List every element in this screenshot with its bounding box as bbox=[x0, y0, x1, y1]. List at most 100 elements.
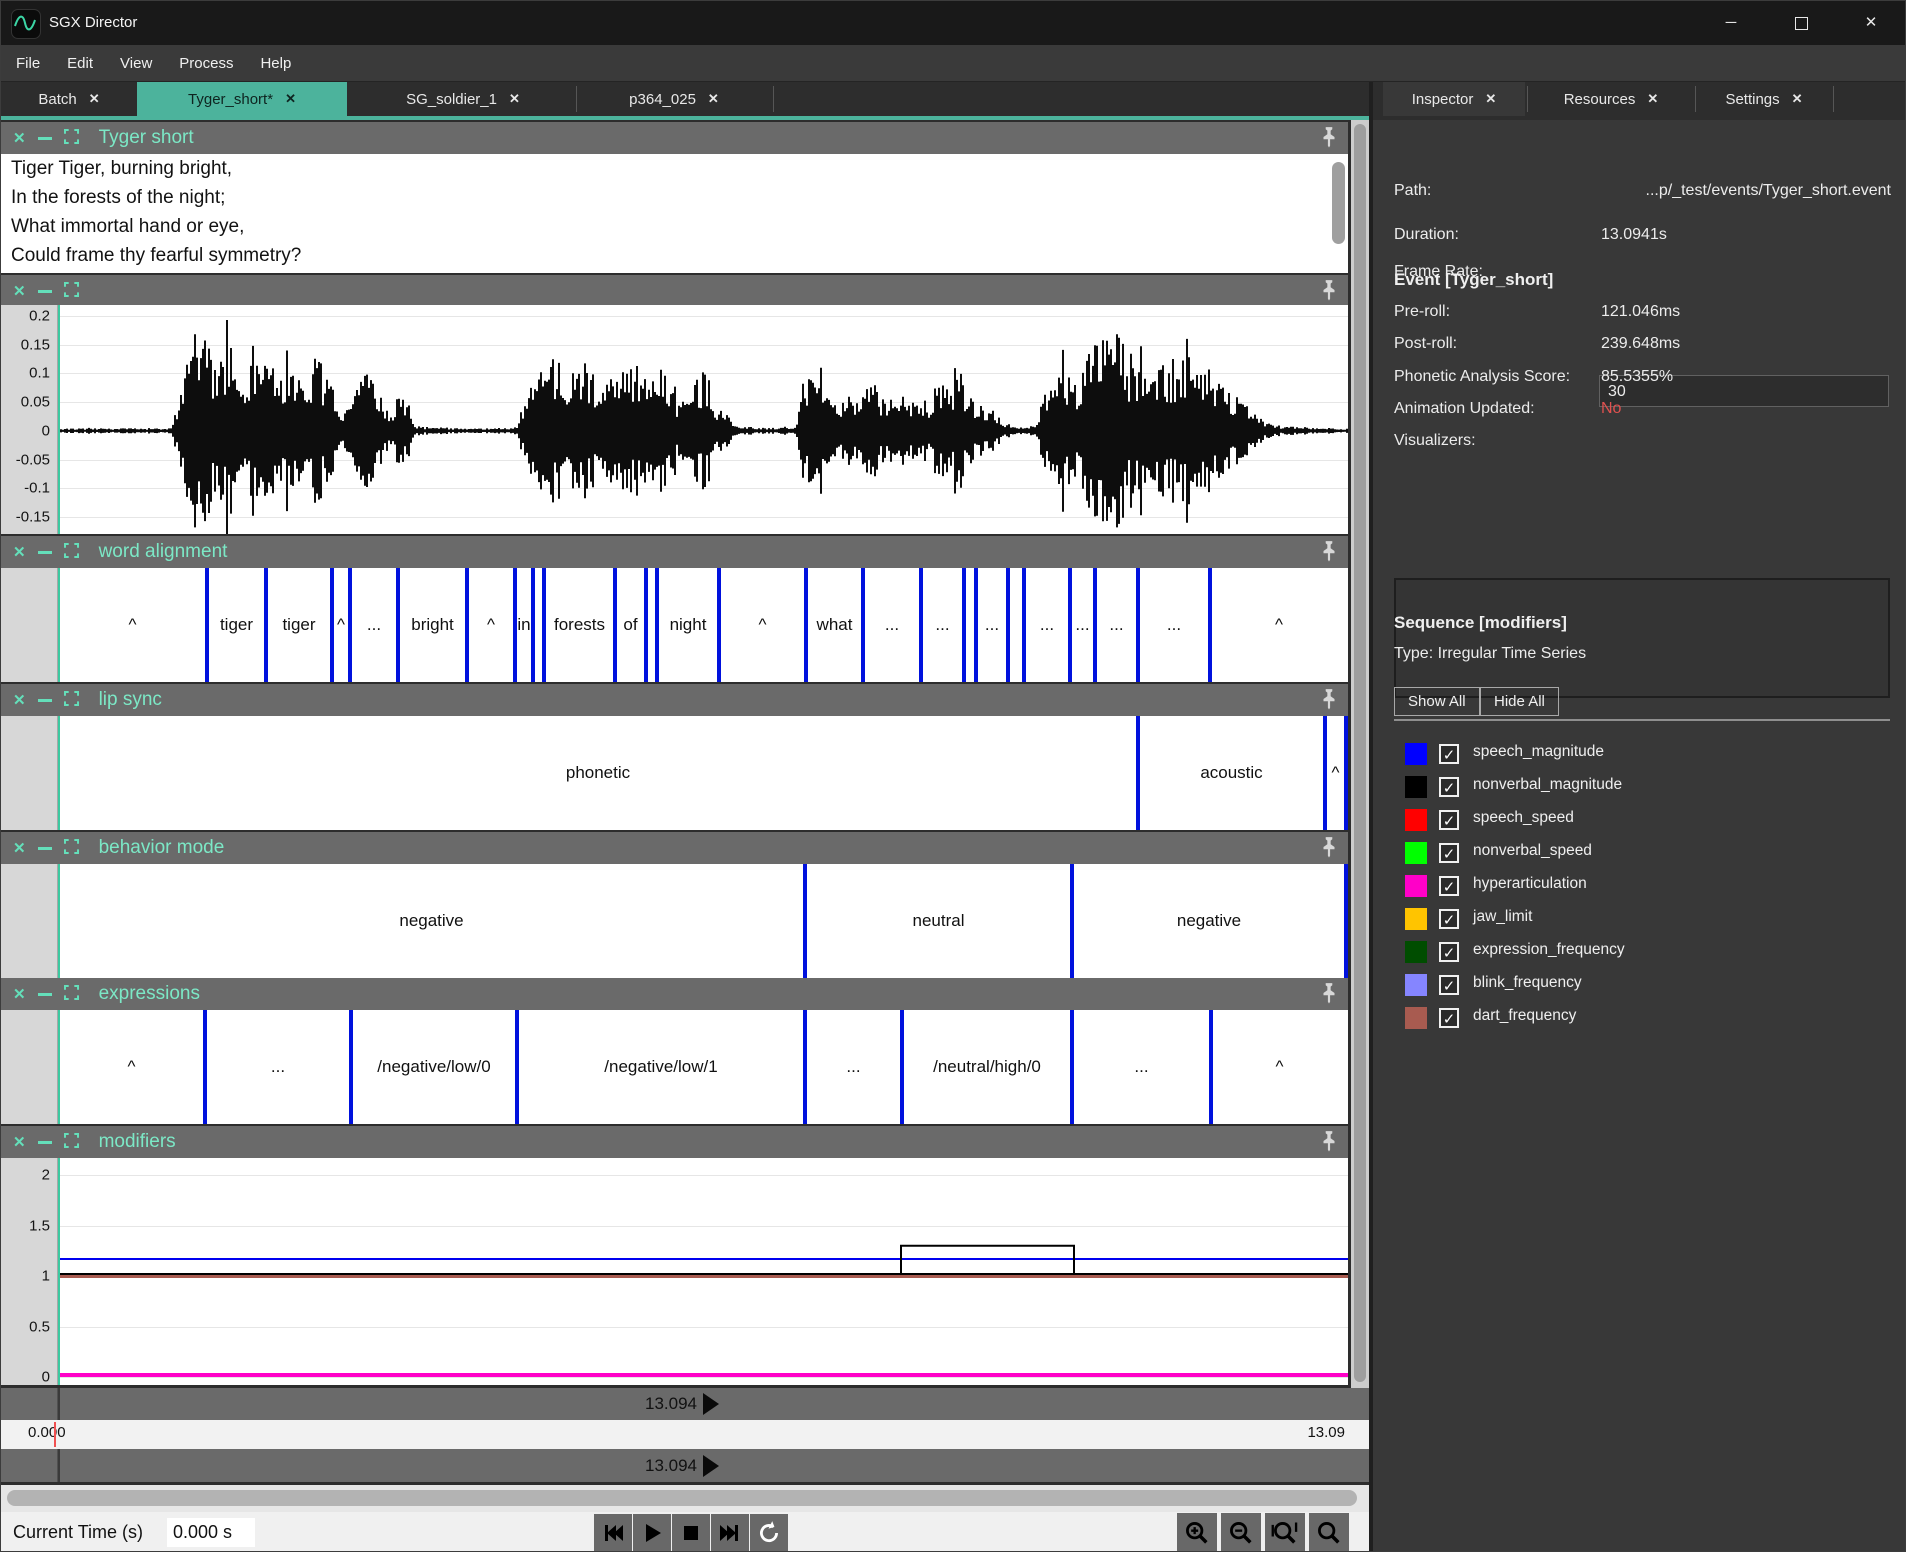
close-icon[interactable]: ✕ bbox=[13, 282, 26, 300]
current-time-field[interactable]: 0.000 s bbox=[167, 1518, 255, 1547]
segment-divider[interactable] bbox=[962, 568, 966, 682]
pin-icon[interactable] bbox=[1320, 982, 1338, 1009]
close-icon[interactable]: ✕ bbox=[13, 1133, 26, 1151]
pin-icon[interactable] bbox=[1320, 126, 1338, 153]
playhead-line[interactable] bbox=[58, 864, 60, 978]
visibility-checkbox[interactable]: ✓ bbox=[1439, 909, 1459, 929]
minimize-icon[interactable] bbox=[38, 551, 52, 554]
expressions-plot[interactable]: ^.../negative/low/0/negative/low/1.../ne… bbox=[58, 1010, 1348, 1124]
maximize-icon[interactable] bbox=[64, 129, 79, 148]
segment-divider[interactable] bbox=[900, 1010, 904, 1124]
modifiers-plot[interactable] bbox=[58, 1158, 1348, 1385]
minimize-icon[interactable] bbox=[38, 699, 52, 702]
segment-divider[interactable] bbox=[349, 1010, 353, 1124]
stop-button[interactable] bbox=[672, 1514, 710, 1552]
hide-all-button[interactable]: Hide All bbox=[1480, 687, 1559, 716]
visibility-checkbox[interactable]: ✓ bbox=[1439, 810, 1459, 830]
segment-divider[interactable] bbox=[804, 568, 808, 682]
pin-icon[interactable] bbox=[1320, 540, 1338, 567]
visibility-checkbox[interactable]: ✓ bbox=[1439, 777, 1459, 797]
segment-divider[interactable] bbox=[1070, 1010, 1074, 1124]
segment-divider[interactable] bbox=[613, 568, 617, 682]
menu-item-file[interactable]: File bbox=[16, 55, 40, 72]
playhead-line[interactable] bbox=[58, 568, 60, 682]
tab-sg_soldier_1[interactable]: SG_soldier_1✕ bbox=[351, 82, 575, 116]
maximize-icon[interactable] bbox=[64, 985, 79, 1004]
close-icon[interactable]: ✕ bbox=[1485, 91, 1496, 107]
lip_sync-plot[interactable]: phoneticacoustic^ bbox=[58, 716, 1348, 830]
close-icon[interactable]: ✕ bbox=[1647, 91, 1658, 107]
pin-icon[interactable] bbox=[1320, 836, 1338, 863]
segment-divider[interactable] bbox=[655, 568, 659, 682]
playhead-line[interactable] bbox=[58, 1010, 60, 1124]
maximize-icon[interactable] bbox=[64, 282, 79, 301]
segment-divider[interactable] bbox=[330, 568, 334, 682]
menu-item-edit[interactable]: Edit bbox=[67, 55, 93, 72]
segment-divider[interactable] bbox=[1068, 568, 1072, 682]
segment-divider[interactable] bbox=[1208, 568, 1212, 682]
pin-icon[interactable] bbox=[1320, 688, 1338, 715]
segment-divider[interactable] bbox=[803, 1010, 807, 1124]
maximize-button[interactable] bbox=[1778, 1, 1824, 45]
segment-divider[interactable] bbox=[203, 1010, 207, 1124]
menu-item-process[interactable]: Process bbox=[179, 55, 233, 72]
tab-settings[interactable]: Settings✕ bbox=[1697, 82, 1831, 116]
segment-divider[interactable] bbox=[1022, 568, 1026, 682]
visualizers-box[interactable] bbox=[1394, 578, 1890, 698]
segment-divider[interactable] bbox=[1093, 568, 1097, 682]
maximize-icon[interactable] bbox=[64, 691, 79, 710]
segment-divider[interactable] bbox=[348, 568, 352, 682]
timeline-horizontal-scrollbar[interactable] bbox=[1, 1485, 1369, 1512]
segment-divider[interactable] bbox=[1323, 716, 1327, 830]
minimize-button[interactable]: ─ bbox=[1708, 1, 1754, 45]
segment-divider[interactable] bbox=[515, 1010, 519, 1124]
segment-divider[interactable] bbox=[1136, 716, 1140, 830]
visibility-checkbox[interactable]: ✓ bbox=[1439, 942, 1459, 962]
text-scrollbar-thumb[interactable] bbox=[1332, 162, 1345, 244]
skip-start-button[interactable] bbox=[594, 1514, 632, 1552]
close-button[interactable]: ✕ bbox=[1848, 1, 1894, 45]
minimize-icon[interactable] bbox=[38, 137, 52, 140]
tracks-vertical-scrollbar[interactable] bbox=[1351, 120, 1369, 1388]
menu-item-help[interactable]: Help bbox=[260, 55, 291, 72]
zoom-select-button[interactable] bbox=[1309, 1513, 1349, 1552]
close-icon[interactable]: ✕ bbox=[89, 91, 100, 107]
close-icon[interactable]: ✕ bbox=[13, 985, 26, 1003]
tab-tyger_short-[interactable]: Tyger_short*✕ bbox=[137, 82, 347, 116]
segment-divider[interactable] bbox=[1209, 1010, 1213, 1124]
playhead-line[interactable] bbox=[58, 1158, 60, 1385]
pin-icon[interactable] bbox=[1320, 279, 1338, 306]
segment-divider[interactable] bbox=[717, 568, 721, 682]
close-icon[interactable]: ✕ bbox=[285, 91, 296, 107]
segment-divider[interactable] bbox=[1344, 864, 1348, 978]
segment-divider[interactable] bbox=[1070, 864, 1074, 978]
maximize-icon[interactable] bbox=[64, 543, 79, 562]
close-icon[interactable]: ✕ bbox=[13, 543, 26, 561]
segment-divider[interactable] bbox=[1136, 568, 1140, 682]
segment-divider[interactable] bbox=[465, 568, 469, 682]
segment-divider[interactable] bbox=[396, 568, 400, 682]
menu-item-view[interactable]: View bbox=[120, 55, 152, 72]
segment-divider[interactable] bbox=[531, 568, 535, 682]
close-icon[interactable]: ✕ bbox=[13, 839, 26, 857]
segment-divider[interactable] bbox=[542, 568, 546, 682]
scrollbar-thumb[interactable] bbox=[1354, 124, 1366, 1382]
waveform-plot[interactable] bbox=[58, 305, 1348, 534]
pin-icon[interactable] bbox=[1320, 1130, 1338, 1157]
minimize-icon[interactable] bbox=[38, 290, 52, 293]
segment-divider[interactable] bbox=[644, 568, 648, 682]
loop-button[interactable] bbox=[750, 1514, 788, 1552]
timeline-slider-bottom[interactable]: 13.094 bbox=[1, 1449, 1369, 1482]
minimize-icon[interactable] bbox=[38, 1141, 52, 1144]
timeline-slider-top[interactable]: 13.094 bbox=[1, 1388, 1369, 1420]
maximize-icon[interactable] bbox=[64, 839, 79, 858]
play-button[interactable] bbox=[633, 1514, 671, 1552]
segment-divider[interactable] bbox=[1006, 568, 1010, 682]
scrollbar-thumb[interactable] bbox=[7, 1490, 1357, 1506]
tab-inspector[interactable]: Inspector✕ bbox=[1383, 82, 1525, 116]
minimize-icon[interactable] bbox=[38, 993, 52, 996]
visibility-checkbox[interactable]: ✓ bbox=[1439, 1008, 1459, 1028]
maximize-icon[interactable] bbox=[64, 1133, 79, 1152]
segment-divider[interactable] bbox=[803, 864, 807, 978]
segment-divider[interactable] bbox=[264, 568, 268, 682]
